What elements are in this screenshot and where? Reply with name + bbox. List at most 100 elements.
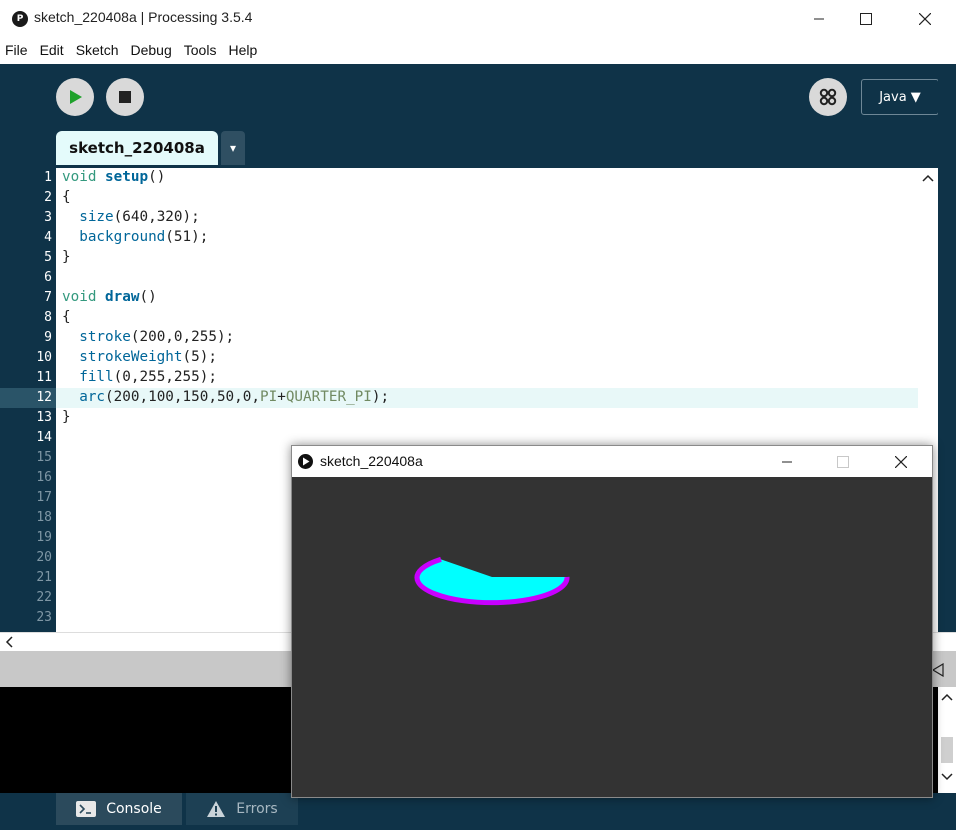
code-token: (200,100,150,50,0, [105, 389, 260, 405]
code-token: QUARTER_PI [285, 389, 372, 405]
line-number: 15 [36, 450, 52, 465]
debugger-button[interactable] [809, 78, 847, 116]
code-token: draw [105, 289, 140, 305]
console-icon [76, 801, 97, 817]
code-line[interactable]: } [62, 249, 71, 265]
scroll-up-icon [922, 174, 934, 182]
line-number: 11 [36, 370, 52, 385]
sketch-maximize-button[interactable] [820, 446, 866, 477]
menu-file[interactable]: File [0, 42, 34, 58]
tab-console[interactable]: Console [56, 793, 182, 825]
line-number: 14 [36, 430, 52, 445]
code-token: () [148, 169, 166, 185]
tab-sketch[interactable]: sketch_220408a [56, 131, 218, 165]
maximize-button[interactable] [843, 0, 889, 38]
console-scroll-up-icon [941, 693, 953, 701]
tab-errors[interactable]: Errors [186, 793, 298, 825]
debugger-icon [819, 88, 837, 106]
line-number: 12 [36, 390, 52, 405]
stop-button[interactable] [106, 78, 144, 116]
code-line[interactable]: background(51); [62, 229, 208, 245]
sketch-canvas [292, 477, 932, 797]
close-icon [919, 13, 931, 25]
console-scroll-thumb[interactable] [941, 737, 953, 763]
sketch-window-title: sketch_220408a [320, 453, 423, 469]
code-line[interactable]: size(640,320); [62, 209, 200, 225]
sketch-title-bar: sketch_220408a [292, 446, 932, 477]
code-line[interactable]: void setup() [62, 169, 165, 185]
code-line[interactable]: { [62, 309, 71, 325]
line-number: 4 [44, 230, 52, 245]
line-number: 20 [36, 550, 52, 565]
line-number: 3 [44, 210, 52, 225]
sketch-minimize-button[interactable] [764, 446, 810, 477]
code-token: arc [62, 389, 106, 405]
line-number: 6 [44, 270, 52, 285]
tab-console-label: Console [106, 801, 162, 817]
code-line[interactable]: void draw() [62, 289, 157, 305]
code-token: + [277, 389, 286, 405]
minimize-icon [782, 461, 792, 462]
line-numbers: 1 2 3 4 5 6 7 8 9 10 11 12 13 14 15 16 1… [0, 168, 56, 632]
sketch-window: sketch_220408a [291, 445, 933, 798]
code-token: stroke [62, 329, 131, 345]
code-token: { [62, 189, 71, 205]
code-token: setup [105, 169, 149, 185]
run-button[interactable] [56, 78, 94, 116]
scroll-left-icon [5, 636, 13, 648]
code-token: PI [259, 389, 278, 405]
processing-app-icon: P [12, 11, 28, 27]
code-token: (640,320); [113, 209, 200, 225]
line-number: 7 [44, 290, 52, 305]
code-token: background [62, 229, 166, 245]
code-line[interactable]: fill(0,255,255); [62, 369, 217, 385]
line-number: 1 [44, 170, 52, 185]
line-number: 19 [36, 530, 52, 545]
sketch-play-icon [298, 454, 313, 469]
code-token: fill [62, 369, 114, 385]
console-scrollbar[interactable] [938, 687, 956, 793]
window-title: sketch_220408a | Processing 3.5.4 [34, 9, 253, 25]
line-number: 22 [36, 590, 52, 605]
line-number: 18 [36, 510, 52, 525]
code-token: { [62, 309, 71, 325]
line-number: 8 [44, 310, 52, 325]
code-token: (0,255,255); [113, 369, 217, 385]
menu-tools[interactable]: Tools [178, 42, 223, 58]
line-number: 2 [44, 190, 52, 205]
code-line[interactable]: strokeWeight(5); [62, 349, 217, 365]
minimize-button[interactable] [796, 0, 842, 38]
tab-menu-button[interactable]: ▾ [221, 131, 245, 165]
code-token: (200,0,255); [130, 329, 235, 345]
code-line[interactable]: } [62, 409, 71, 425]
menu-edit[interactable]: Edit [34, 42, 70, 58]
line-number: 13 [36, 410, 52, 425]
menu-debug[interactable]: Debug [125, 42, 178, 58]
line-number: 17 [36, 490, 52, 505]
code-token: ); [371, 389, 390, 405]
line-number: 10 [36, 350, 52, 365]
menu-bar: File Edit Sketch Debug Tools Help [0, 38, 956, 62]
code-token: (51); [165, 229, 209, 245]
code-token: (5); [182, 349, 217, 365]
mode-selector[interactable]: Java ▼ [861, 79, 939, 115]
code-token: strokeWeight [62, 349, 183, 365]
warning-icon [207, 801, 226, 817]
code-line[interactable]: arc(200,100,150,50,0,PI+QUARTER_PI); [62, 389, 389, 405]
sketch-close-button[interactable] [878, 446, 924, 477]
close-button[interactable] [902, 0, 948, 38]
console-scroll-down-icon [941, 773, 953, 781]
menu-sketch[interactable]: Sketch [70, 42, 125, 58]
line-number: 5 [44, 250, 52, 265]
menu-help[interactable]: Help [222, 42, 263, 58]
line-number: 16 [36, 470, 52, 485]
code-line[interactable]: { [62, 189, 71, 205]
tab-errors-label: Errors [236, 801, 278, 817]
code-token: void [62, 289, 106, 305]
maximize-icon [860, 13, 872, 25]
close-icon [895, 455, 907, 468]
code-token: size [62, 209, 114, 225]
title-bar: P sketch_220408a | Processing 3.5.4 [0, 0, 956, 39]
minimize-icon [814, 18, 824, 20]
code-line[interactable]: stroke(200,0,255); [62, 329, 234, 345]
